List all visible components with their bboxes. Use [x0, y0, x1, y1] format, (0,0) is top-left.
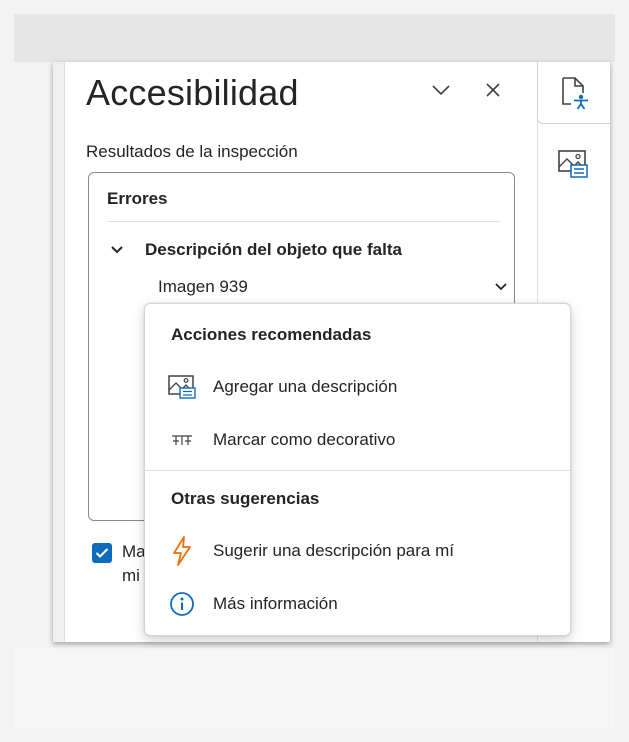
checkmark-icon: [95, 548, 109, 558]
menu-item-label: Más información: [213, 594, 338, 613]
keep-running-checkbox[interactable]: [92, 543, 112, 563]
menu-item-mark-decorative[interactable]: Marcar como decorativo: [153, 417, 563, 463]
tab-accessibility[interactable]: [537, 62, 610, 124]
menu-item-suggest-description[interactable]: Sugerir una descripción para mí: [153, 528, 563, 574]
decorative-icon: [157, 417, 207, 463]
menu-divider: [145, 470, 570, 471]
errors-header: Errores: [107, 189, 168, 208]
background-band-top: [14, 14, 615, 62]
chevron-down-icon: [432, 85, 450, 96]
menu-section-recommended: Acciones recomendadas: [171, 325, 372, 344]
inspection-results-label: Resultados de la inspección: [86, 142, 298, 161]
alt-text-image-icon: [558, 150, 588, 178]
chevron-down-icon: [103, 240, 131, 260]
error-item-image[interactable]: Imagen 939: [144, 269, 514, 305]
pane-close-button[interactable]: [479, 76, 507, 104]
error-category-missing-alt-text[interactable]: Descripción del objeto que falta: [103, 233, 503, 267]
menu-section-other: Otras sugerencias: [171, 489, 320, 508]
document-edge: [53, 62, 65, 642]
menu-item-label: Marcar como decorativo: [213, 430, 396, 449]
recommended-actions-menu: Acciones recomendadas Agregar una descri…: [144, 303, 571, 636]
tab-alt-text[interactable]: [551, 142, 595, 186]
menu-item-add-description[interactable]: Agregar una descripción: [153, 364, 563, 410]
close-icon: [486, 83, 500, 97]
info-icon: [157, 581, 207, 627]
accessibility-icon: [562, 76, 588, 110]
menu-item-label: Agregar una descripción: [213, 377, 398, 396]
menu-item-more-info[interactable]: Más información: [153, 581, 563, 627]
pane-options-button[interactable]: [427, 76, 455, 104]
background-band-bottom: [14, 648, 615, 728]
chevron-down-icon[interactable]: [488, 282, 514, 292]
menu-item-label: Sugerir una descripción para mí: [213, 541, 454, 560]
error-item-label: Imagen 939: [158, 277, 248, 296]
lightning-icon: [157, 528, 207, 574]
alt-text-image-icon: [157, 364, 207, 410]
pane-title: Accesibilidad: [86, 72, 299, 113]
error-category-label: Descripción del objeto que falta: [145, 240, 402, 259]
errors-divider: [107, 221, 500, 222]
